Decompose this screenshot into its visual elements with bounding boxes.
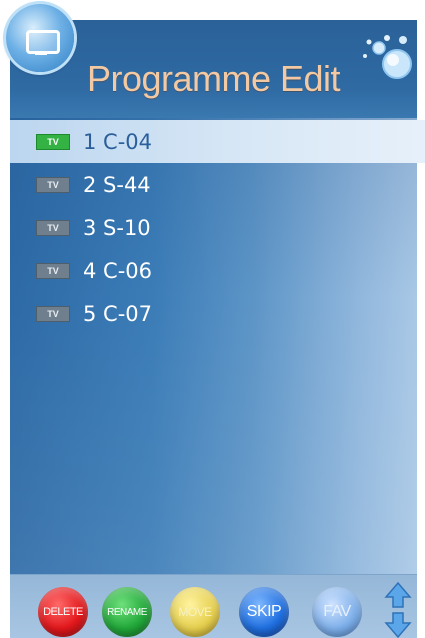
programme-edit-screen: Programme Edit TV 1 C-04 TV 2 S-44 TV 3 …: [0, 0, 425, 638]
channel-row-2[interactable]: TV 2 S-44: [10, 163, 425, 206]
channel-label: 1 C-04: [83, 129, 152, 154]
tv-badge: TV: [36, 262, 70, 279]
tv-stand-shape: [35, 51, 47, 55]
tv-badge: TV: [36, 305, 70, 322]
tv-badge: TV: [36, 176, 70, 193]
bubbles-icon: [363, 35, 412, 79]
channel-row-1[interactable]: TV 1 C-04: [10, 120, 425, 163]
channel-label: 4 C-06: [83, 258, 152, 283]
up-down-arrows-icon[interactable]: [384, 581, 412, 638]
move-button[interactable]: MOVE: [170, 587, 220, 637]
skip-button[interactable]: SKIP: [239, 587, 289, 637]
delete-button[interactable]: DELETE: [38, 587, 88, 637]
fav-button[interactable]: FAV: [312, 587, 362, 637]
tv-badge: TV: [36, 133, 70, 150]
channel-row-4[interactable]: TV 4 C-06: [10, 249, 425, 292]
channel-row-5[interactable]: TV 5 C-07: [10, 292, 425, 335]
tv-icon: [6, 4, 74, 72]
channel-label: 3 S-10: [83, 215, 151, 240]
channel-list: TV 1 C-04 TV 2 S-44 TV 3 S-10 TV 4 C-06 …: [10, 120, 425, 335]
rename-button[interactable]: RENAME: [102, 587, 152, 637]
channel-row-3[interactable]: TV 3 S-10: [10, 206, 425, 249]
page-title: Programme Edit: [86, 58, 341, 99]
footer-toolbar: DELETE RENAME MOVE SKIP FAV: [10, 574, 417, 638]
channel-label: 2 S-44: [83, 172, 151, 197]
channel-label: 5 C-07: [83, 301, 152, 326]
tv-badge: TV: [36, 219, 70, 236]
